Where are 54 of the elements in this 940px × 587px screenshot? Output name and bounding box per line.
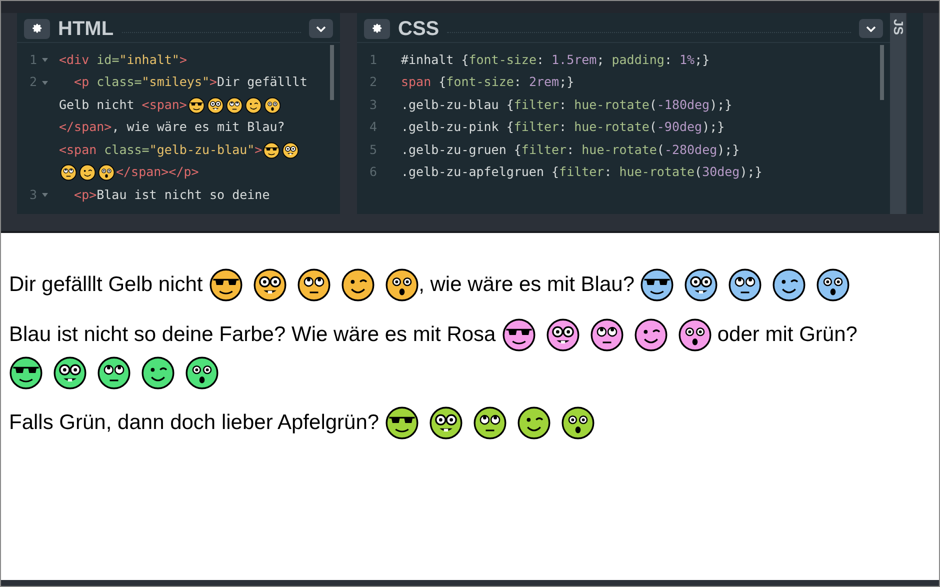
glasses-face-icon xyxy=(282,142,300,159)
paragraph-text: Falls Grün, dann doch lieber Apfelgrün? xyxy=(9,410,380,434)
surprised-face-icon xyxy=(98,164,115,182)
line-number: 2 xyxy=(368,73,377,92)
fold-icon[interactable] xyxy=(42,58,48,62)
eyeroll-face-icon xyxy=(226,96,243,114)
collapse-button[interactable] xyxy=(309,19,333,38)
fold-icon[interactable] xyxy=(42,193,48,198)
line-number: 1 xyxy=(368,50,377,69)
line-number: 3 xyxy=(368,96,377,114)
panel-title: CSS xyxy=(398,16,440,42)
line-number: 4 xyxy=(368,118,377,136)
code-text: .gelb-zu-apfelgruen {filter: hue-rotate(30deg);} xyxy=(401,163,762,182)
settings-button[interactable] xyxy=(364,18,390,38)
code-text: </span>, wie wäre es mit Blau? xyxy=(59,118,285,136)
settings-button[interactable] xyxy=(24,18,50,38)
paragraph-text: oder mit Grün? xyxy=(716,322,858,346)
line-number: 6 xyxy=(368,163,377,182)
paragraph-text: Dir gefälllt Gelb nicht xyxy=(9,272,204,296)
collapse-button[interactable] xyxy=(859,19,883,38)
paragraph-text: , wie wäre es mit Blau? xyxy=(418,272,636,296)
code-text: .gelb-zu-blau {filter: hue-rotate(-180deg);} xyxy=(401,96,732,114)
panel-title: JS xyxy=(890,19,906,35)
line-number: 5 xyxy=(368,140,377,159)
sunglasses-face-icon xyxy=(188,96,205,114)
code-text: <p>Blau ist nicht so deine xyxy=(74,186,270,204)
paragraph-text: Blau ist nicht so deine Farbe? Wie wäre es mit Rosa xyxy=(9,322,497,346)
line-number: 2 xyxy=(28,73,37,92)
surprised-face-icon xyxy=(264,96,281,114)
sunglasses-face-icon xyxy=(263,142,280,159)
fold-icon[interactable] xyxy=(42,80,48,85)
scrollbar[interactable] xyxy=(330,45,334,100)
settings-icon xyxy=(372,23,382,34)
code-text: span {font-size: 2rem;} xyxy=(401,73,574,92)
winking-face-icon xyxy=(244,96,262,114)
code-text: <div id="inhalt"> xyxy=(59,50,187,69)
code-text: Gelb nicht <span> xyxy=(59,96,187,114)
settings-icon xyxy=(32,23,42,34)
code-text: .gelb-zu-gruen {filter: hue-rotate(-280deg);} xyxy=(401,140,740,159)
line-number: 1 xyxy=(28,50,37,69)
winking-face-icon xyxy=(79,164,96,182)
glasses-face-icon xyxy=(206,96,224,114)
collapsed-panel[interactable]: JS xyxy=(890,13,906,214)
eyeroll-face-icon xyxy=(60,164,77,182)
code-text: </span></p> xyxy=(116,163,199,182)
panel-title: HTML xyxy=(58,16,114,42)
line-number: 3 xyxy=(28,186,37,204)
code-text: <p class="smileys">Dir gefälllt xyxy=(74,73,308,92)
code-text: #inhalt {font-size: 1.5rem; padding: 1%;} xyxy=(401,50,710,69)
chevron-down-icon xyxy=(866,26,876,32)
scrollbar[interactable] xyxy=(880,45,884,100)
code-text: .gelb-zu-pink {filter: hue-rotate(-90deg);} xyxy=(401,118,725,136)
code-text: <span class="gelb-zu-blau"> xyxy=(59,140,262,159)
chevron-down-icon xyxy=(316,26,326,32)
